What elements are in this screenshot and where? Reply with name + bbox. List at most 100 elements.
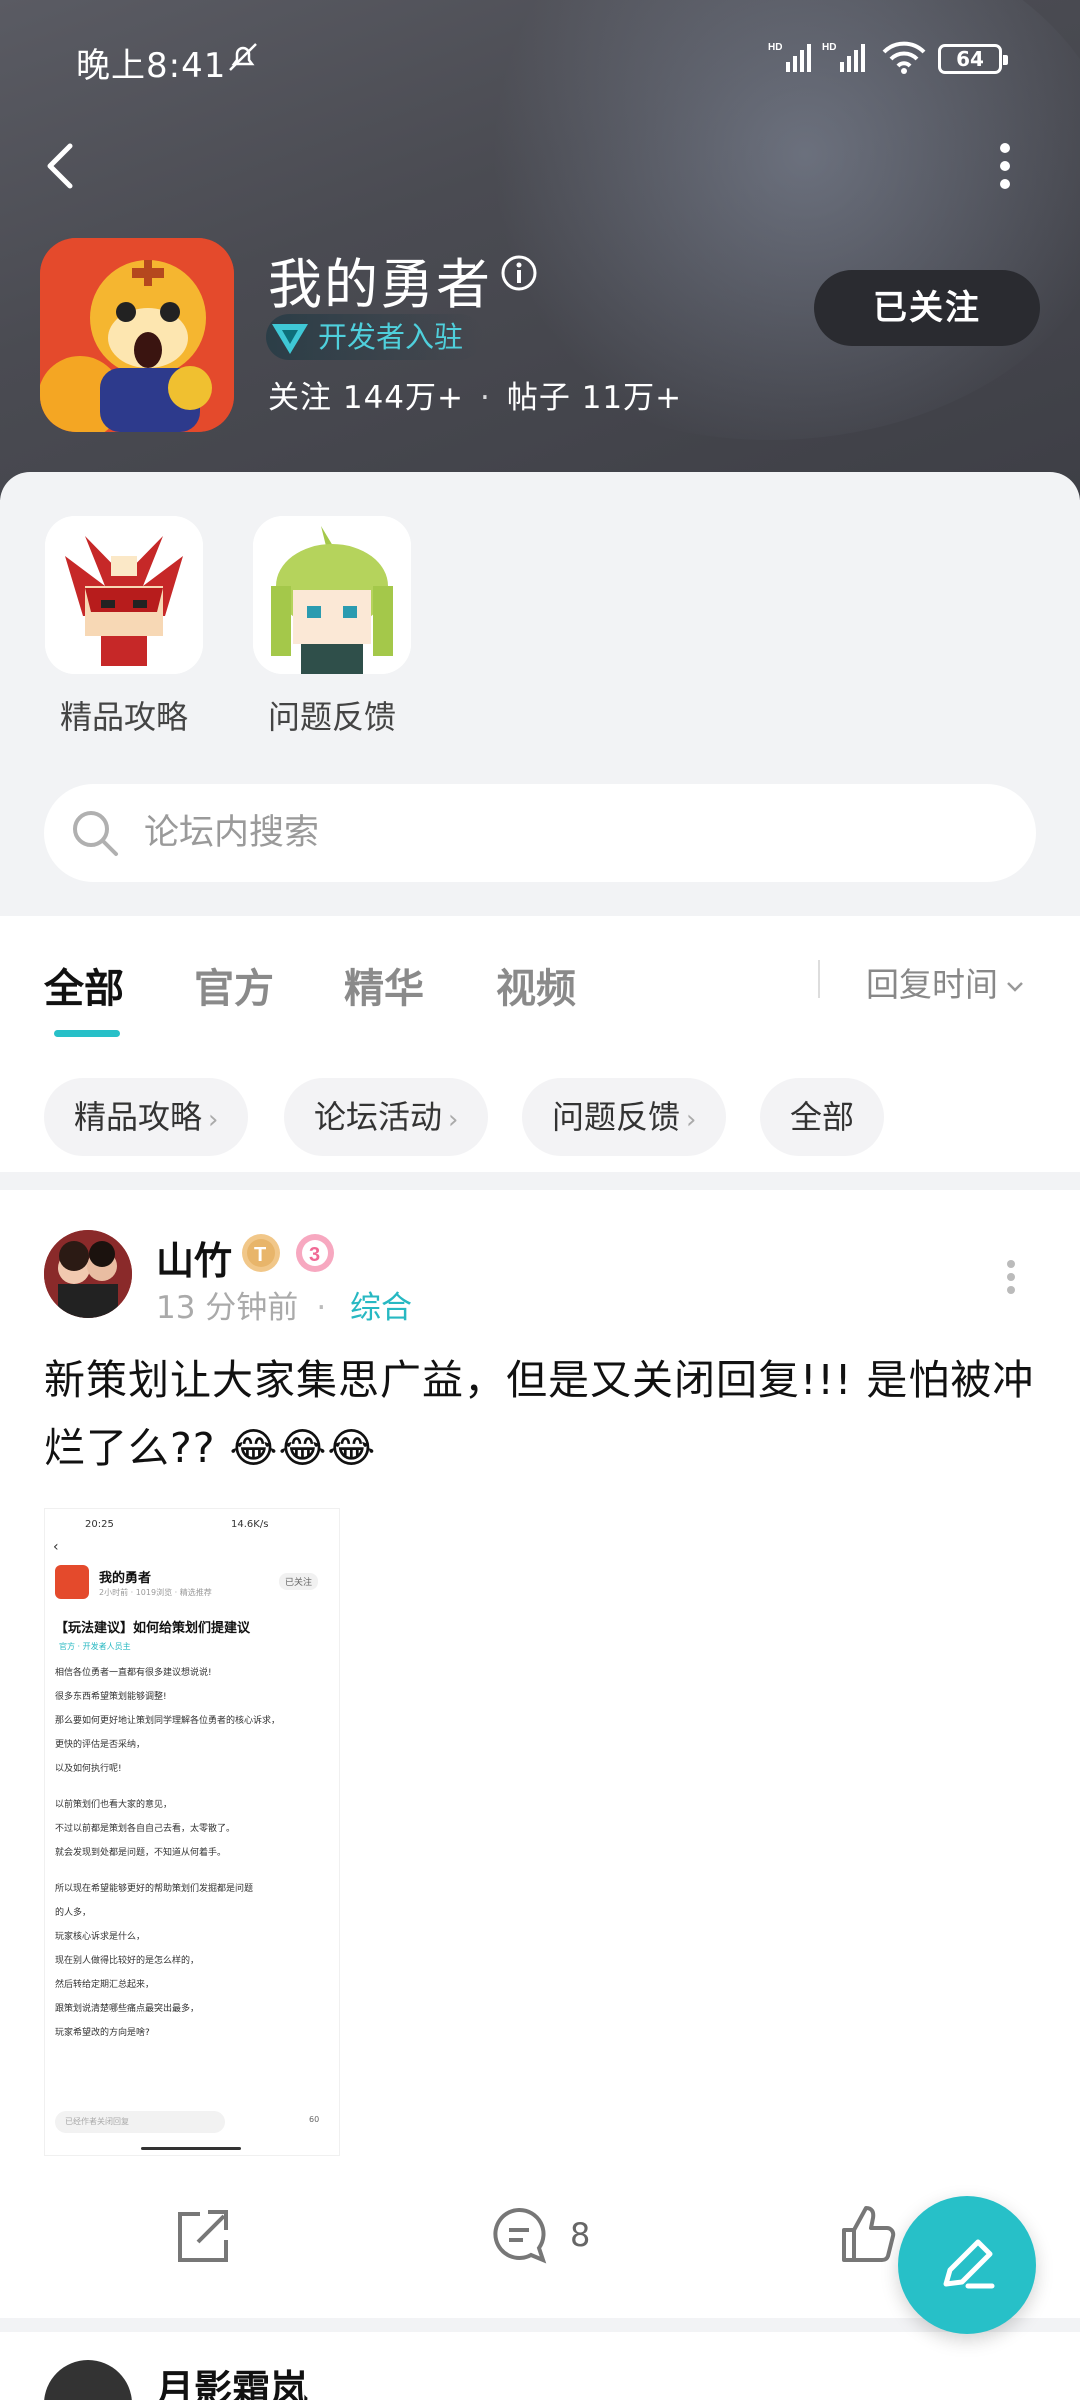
shot-text-line: 所以现在希望能够更好的帮助策划们发掘都是问题 [55, 1884, 254, 1894]
chevron-right-icon: › [448, 1105, 459, 1135]
more-options-icon[interactable] [990, 140, 1020, 192]
tab-divider [818, 960, 820, 998]
forum-search-input[interactable] [144, 784, 1004, 882]
post-body[interactable]: 新策划让大家集思广益，但是又关闭回复!!! 是怕被冲烂了么?? 😂😂😂 [44, 1346, 1044, 1482]
post-author-next[interactable]: 月影霜岚 [156, 2358, 308, 2400]
shortcut-feedback[interactable]: 问题反馈 [252, 516, 412, 738]
like-icon[interactable] [838, 2200, 898, 2270]
shot-text-line: 以及如何执行呢! [55, 1764, 122, 1774]
chevron-right-icon: › [686, 1105, 697, 1135]
shortcut-feedback-label: 问题反馈 [267, 698, 396, 736]
tab-featured[interactable]: 精华 [344, 956, 424, 1014]
developer-v-icon [272, 324, 308, 354]
sort-label: 回复时间 [866, 965, 998, 1004]
chip-guides[interactable]: 精品攻略 › [44, 1078, 249, 1156]
green-hair-pixel-character-icon [253, 516, 411, 674]
svg-text:HD: HD [768, 42, 782, 53]
tab-all[interactable]: 全部 [44, 956, 124, 1014]
comment-icon[interactable] [488, 2200, 550, 2270]
developer-badge-label: 开发者入驻 [318, 320, 464, 354]
shot-app-icon [55, 1565, 89, 1599]
forum-search-bar[interactable] [44, 784, 1036, 882]
comment-count: 8 [570, 2216, 591, 2254]
tiger-mascot-icon [40, 238, 234, 432]
post-category[interactable]: 综合 [350, 1282, 412, 1327]
chip-events-label: 论坛活动 [314, 1098, 443, 1136]
shot-tags: 官方 · 开发者人员主 [59, 1642, 131, 1651]
shot-text-line: 以前策划们也看大家的意见， [55, 1800, 173, 1810]
post-card[interactable]: 山竹 T 3 13 分钟前 · 综合 新策划让大家集思广益，但是又关闭回复!!! … [0, 1190, 1080, 2318]
battery-indicator: 64 [938, 44, 1008, 74]
cell-signal-2-icon: HD [822, 42, 865, 72]
post-meta-separator: · [316, 1290, 327, 1326]
forum-panel: 精品攻略 问题反馈 [0, 472, 1080, 916]
developer-badge: 开发者入驻 [266, 314, 484, 360]
share-icon[interactable] [170, 2200, 230, 2270]
shot-text-line: 玩家希望改的方向是啥? [55, 2028, 150, 2038]
shot-text-line: 那么要如何更好地让策划同学理解各位勇者的核心诉求， [55, 1716, 281, 1726]
shot-status-right: 14.6K/s [231, 1519, 269, 1530]
chip-guides-label: 精品攻略 [74, 1098, 203, 1136]
shot-text-line: 相信各位勇者一直都有很多建议想说说! [55, 1668, 212, 1678]
shot-like-count: 60 [309, 2115, 320, 2124]
shot-post-title: 【玩法建议】如何给策划们提建议 [55, 1621, 251, 1636]
shot-text-line: 然后转给定期汇总起来， [55, 1980, 155, 1990]
posts-count: 帖子 11万+ [506, 380, 683, 416]
post-more-icon[interactable] [1006, 1260, 1016, 1294]
shot-text-line: 现在别人做得比较好的是怎么样的， [55, 1956, 200, 1966]
chevron-right-icon: › [208, 1105, 219, 1135]
avatar[interactable] [44, 2360, 132, 2400]
shortcut-guides-label: 精品攻略 [59, 698, 188, 736]
shot-text-line: 更快的评估是否采纳， [55, 1740, 146, 1750]
followers-count: 关注 144万+ [268, 380, 464, 416]
forum-app-icon [40, 238, 234, 432]
status-time: 晚上8:41 [76, 46, 227, 86]
level-badge-icon: T [242, 1234, 280, 1272]
tab-official[interactable]: 官方 [194, 956, 274, 1014]
chip-feedback[interactable]: 问题反馈 › [522, 1078, 727, 1156]
chip-feedback-label: 问题反馈 [552, 1098, 681, 1136]
chip-all[interactable]: 全部 [760, 1078, 885, 1156]
forum-title: 我的勇者 [268, 253, 492, 316]
cell-signal-icon: HD [768, 42, 811, 72]
shot-text-line: 很多东西希望策划能够调整! [55, 1692, 167, 1702]
mute-bell-icon [229, 43, 257, 71]
stats-separator: · [480, 380, 491, 416]
shot-text-line: 就会发现到处都是问题，不知道从何着手。 [55, 1848, 227, 1858]
forum-header: 晚上8:41 HD HD 64 我的勇者 开发者入驻 关注 144万+ · 帖子 1… [0, 0, 1080, 500]
svg-text:3: 3 [309, 1244, 320, 1266]
feed-filter-section: 全部 官方 精华 视频 回复时间 精品攻略 › 论坛活动 › 问题反馈 › 全部 [0, 916, 1080, 1172]
svg-text:HD: HD [822, 42, 836, 53]
red-mask-pixel-character-icon [45, 516, 203, 674]
shot-status-time: 20:25 [85, 1519, 114, 1530]
shot-text-line: 的人多， [55, 1908, 92, 1918]
info-icon[interactable] [500, 254, 538, 292]
post-image-screenshot[interactable]: 20:25 14.6K/s ‹ 我的勇者 2小时前 · 1019浏览 · 精选推… [44, 1508, 340, 2156]
shortcut-guides[interactable]: 精品攻略 [44, 516, 204, 738]
back-arrow-icon[interactable] [40, 140, 80, 192]
shot-text-line: 玩家核心诉求是什么， [55, 1932, 146, 1942]
shot-follow: 已关注 [279, 1573, 319, 1590]
shot-home-indicator [141, 2147, 241, 2150]
active-tab-indicator [54, 1030, 120, 1037]
shot-forum-name: 我的勇者 [99, 1571, 152, 1586]
chip-events[interactable]: 论坛活动 › [284, 1078, 489, 1156]
shot-reply-box: 已经作者关闭回复 [55, 2111, 225, 2133]
compose-post-button[interactable] [898, 2196, 1036, 2334]
chip-all-label: 全部 [790, 1098, 855, 1136]
tab-video[interactable]: 视频 [496, 956, 576, 1014]
svg-text:T: T [254, 1244, 266, 1266]
post-time-text: 13 分钟前 [156, 1290, 299, 1326]
post-time: 13 分钟前 · [156, 1282, 344, 1327]
chevron-down-icon [1007, 981, 1023, 992]
sort-dropdown[interactable]: 回复时间 [866, 958, 1024, 1006]
post-author[interactable]: 山竹 [156, 1230, 232, 1285]
forum-stats: 关注 144万+ · 帖子 11万+ [268, 372, 682, 417]
post-card-next[interactable]: 月影霜岚 [0, 2332, 1080, 2400]
avatar[interactable] [44, 1230, 132, 1318]
rank-badge-icon: 3 [296, 1234, 334, 1272]
follow-button[interactable]: 已关注 [814, 270, 1040, 346]
shot-back-arrow: ‹ [53, 1539, 59, 1555]
status-bar: 晚上8:41 HD HD 64 [0, 0, 1080, 120]
shot-text-line: 跟策划说清楚哪些痛点最突出最多， [55, 2004, 200, 2014]
